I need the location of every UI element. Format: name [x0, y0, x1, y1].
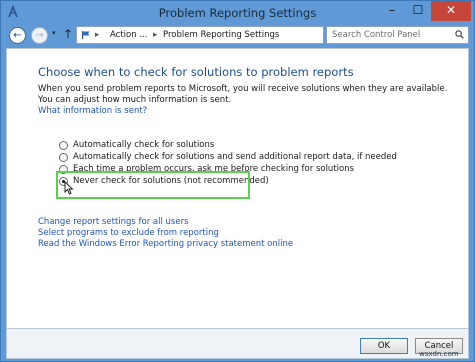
exclude-programs-link[interactable]: Select programs to exclude from reportin… [38, 228, 219, 238]
address-bar[interactable]: ▸ Action ... ▸ Problem Reporting Setting… [76, 26, 385, 44]
title-bar[interactable]: Problem Reporting Settings – ☐ ✕ [1, 1, 474, 25]
option-label: Automatically check for solutions and se… [73, 152, 397, 162]
radio-button[interactable] [59, 153, 68, 162]
breadcrumb-separator-icon: ▸ [95, 30, 100, 40]
forward-button[interactable]: → [31, 27, 48, 44]
ok-button[interactable]: OK [360, 338, 408, 354]
breadcrumb-item[interactable]: Action ... [110, 30, 147, 40]
control-panel-flag-icon [82, 31, 90, 39]
search-placeholder: Search Control Panel [332, 30, 421, 40]
up-button[interactable]: ↑ [63, 27, 73, 41]
close-button[interactable]: ✕ [431, 1, 471, 21]
change-settings-all-users-link[interactable]: Change report settings for all users [38, 217, 189, 227]
magnifier-icon[interactable] [455, 30, 464, 39]
description-text: When you send problem reports to Microso… [38, 84, 448, 105]
option-label: Automatically check for solutions [73, 140, 215, 150]
breadcrumb-item-current[interactable]: Problem Reporting Settings [163, 30, 279, 40]
selection-highlight-box [56, 171, 250, 199]
page-title: Choose when to check for solutions to pr… [38, 65, 354, 79]
back-button[interactable]: ← [9, 27, 26, 44]
mouse-pointer-icon [64, 181, 74, 195]
settings-panel: Choose when to check for solutions to pr… [6, 48, 469, 329]
recent-pages-dropdown[interactable]: ▾ [52, 29, 56, 37]
search-box[interactable]: Search Control Panel [326, 26, 469, 44]
radio-button[interactable] [59, 141, 68, 150]
minimize-button[interactable]: – [379, 1, 405, 21]
dialog-footer: OK Cancel [6, 329, 469, 359]
what-information-sent-link[interactable]: What information is sent? [38, 106, 147, 116]
navigation-bar: ← → ▾ ↑ ▸ Action ... ▸ Problem Reporting… [5, 25, 470, 47]
breadcrumb-separator-icon: ▸ [153, 30, 158, 40]
privacy-statement-link[interactable]: Read the Windows Error Reporting privacy… [38, 239, 293, 249]
problem-reporting-window: Problem Reporting Settings – ☐ ✕ ← → ▾ ↑… [0, 0, 475, 362]
maximize-button[interactable]: ☐ [405, 1, 431, 21]
watermark: wsxdn.com [419, 350, 459, 358]
